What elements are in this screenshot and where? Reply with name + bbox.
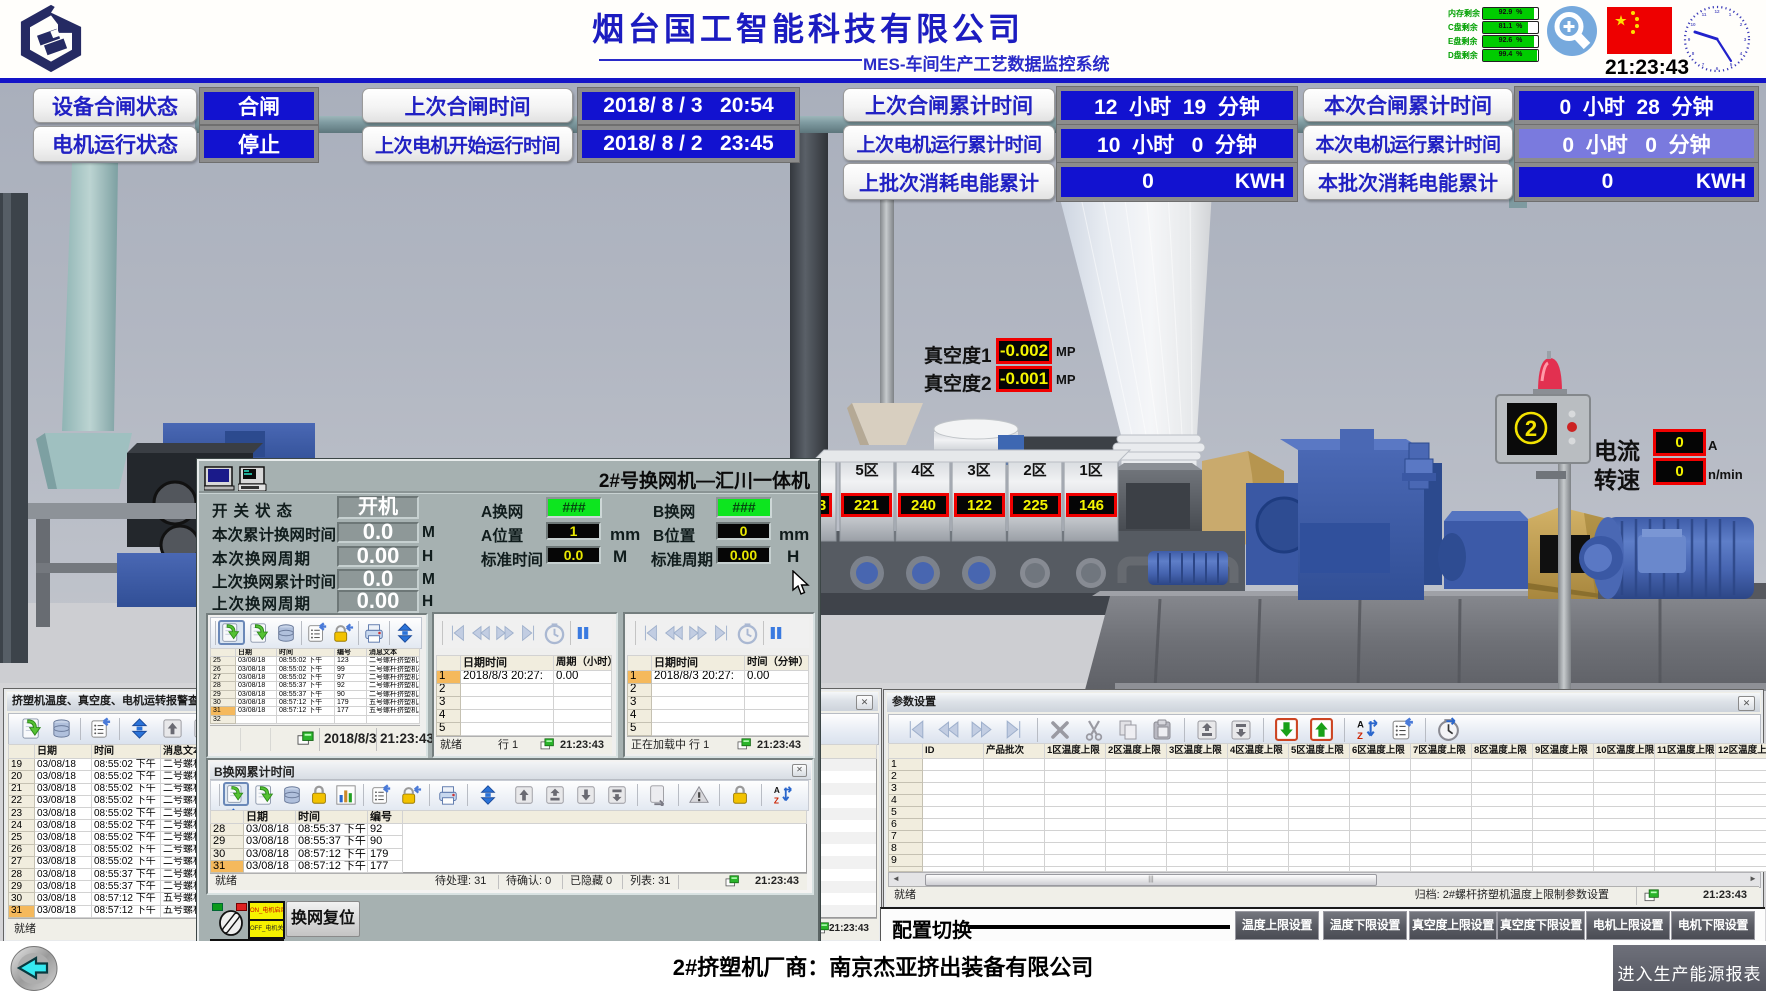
svg-text:6: 6	[1716, 66, 1719, 71]
svg-text:12: 12	[1714, 9, 1720, 14]
svg-text:8: 8	[1692, 51, 1695, 56]
svg-text:4: 4	[1740, 51, 1743, 56]
svg-text:10: 10	[1690, 22, 1696, 27]
svg-text:9: 9	[1688, 37, 1691, 42]
svg-text:11: 11	[1702, 12, 1707, 17]
svg-text:1: 1	[1729, 12, 1732, 17]
svg-text:3: 3	[1744, 37, 1747, 42]
svg-text:2: 2	[1740, 22, 1743, 27]
svg-text:2: 2	[1525, 416, 1537, 441]
svg-text:5: 5	[1730, 62, 1733, 67]
svg-text:7: 7	[1702, 62, 1705, 67]
